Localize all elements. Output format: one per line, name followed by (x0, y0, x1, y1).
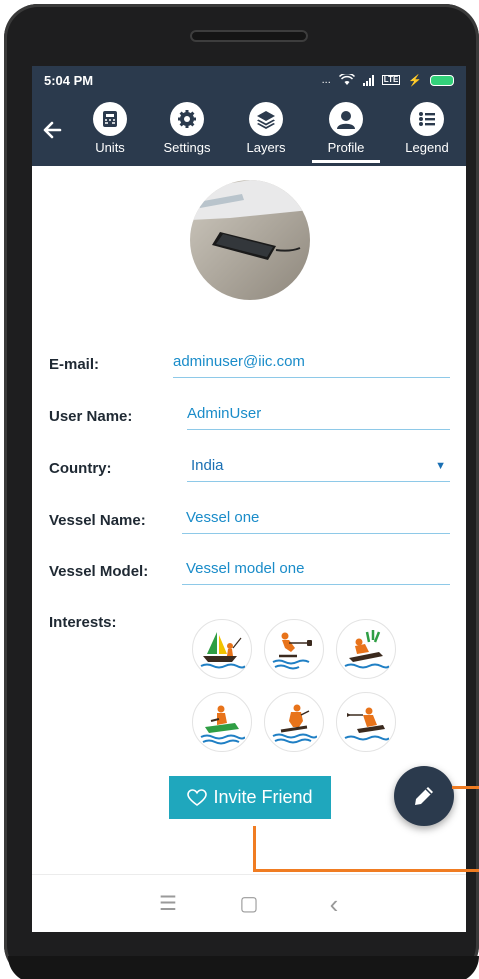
phone-chin (8, 956, 479, 979)
user-icon (329, 102, 363, 136)
speaker-grille (190, 30, 308, 42)
profile-avatar[interactable] (190, 180, 310, 300)
email-value: adminuser@iic.com (173, 353, 305, 370)
wifi-icon (338, 74, 355, 85)
invite-friend-label: Invite Friend (213, 787, 313, 807)
notification-dots: ... (321, 74, 331, 86)
tab-settings-label: Settings (163, 140, 211, 155)
pencil-icon (415, 787, 433, 805)
ruler-icon (93, 102, 127, 136)
tab-layers-label: Layers (246, 140, 286, 155)
vessel-name-field[interactable]: Vessel one (182, 504, 450, 534)
interests-label: Interests: (49, 614, 117, 631)
country-select[interactable]: India ▼ (187, 452, 450, 482)
signal-icon (362, 74, 374, 86)
tab-legend[interactable]: Legend (391, 102, 463, 162)
gear-icon (170, 102, 204, 136)
app-screen: 5:04 PM ... LTE ⚡ Units Settings Layers … (32, 66, 466, 932)
parasail-ski-icon[interactable] (336, 692, 396, 752)
phone-frame: 5:04 PM ... LTE ⚡ Units Settings Layers … (4, 4, 479, 979)
country-label: Country: (49, 460, 112, 477)
invite-friend-button[interactable]: Invite Friend (169, 776, 331, 819)
sailboat-fishing-icon[interactable] (192, 619, 252, 679)
annotation-line-invite-horizontal (253, 869, 479, 872)
tab-units[interactable]: Units (74, 102, 146, 162)
vessel-name-value: Vessel one (186, 509, 260, 526)
charging-icon: ⚡ (408, 74, 422, 87)
annotation-line-fab (452, 786, 479, 789)
tab-settings[interactable]: Settings (151, 102, 223, 162)
email-field[interactable]: adminuser@iic.com (173, 348, 450, 378)
water-ski-icon[interactable] (264, 619, 324, 679)
system-nav-bar: ☰ ▢ ‹ (32, 874, 466, 932)
status-time: 5:04 PM (44, 72, 94, 88)
username-value: AdminUser (187, 405, 262, 422)
status-icons: ... LTE ⚡ (322, 74, 454, 87)
edit-profile-fab[interactable] (394, 766, 454, 826)
lte-badge: LTE (381, 75, 401, 85)
tab-profile-label: Profile (327, 140, 365, 155)
vessel-model-value: Vessel model one (186, 560, 305, 577)
heart-icon (187, 788, 208, 806)
kitesurf-icon[interactable] (336, 619, 396, 679)
top-toolbar: Units Settings Layers Profile Legend (32, 94, 466, 166)
username-field[interactable]: AdminUser (187, 400, 450, 430)
tab-legend-label: Legend (405, 140, 449, 155)
home-icon[interactable]: ▢ (234, 889, 264, 919)
battery-icon (430, 74, 454, 86)
layers-icon (249, 102, 283, 136)
username-label: User Name: (49, 408, 133, 425)
tab-units-label: Units (95, 140, 125, 155)
list-icon (410, 102, 444, 136)
back-icon[interactable]: ‹ (319, 889, 349, 919)
vessel-model-field[interactable]: Vessel model one (182, 555, 450, 585)
wakeboard-icon[interactable] (264, 692, 324, 752)
email-label: E-mail: (49, 356, 100, 373)
tab-profile[interactable]: Profile (310, 102, 382, 163)
tab-layers[interactable]: Layers (230, 102, 302, 162)
status-bar: 5:04 PM ... LTE ⚡ (32, 66, 466, 94)
annotation-line-invite-vertical (253, 826, 256, 872)
jet-ski-icon[interactable] (192, 692, 252, 752)
vessel-name-label: Vessel Name: (49, 512, 146, 529)
vessel-model-label: Vessel Model: (49, 563, 149, 580)
dropdown-arrow-icon: ▼ (435, 460, 446, 472)
menu-icon[interactable]: ☰ (153, 889, 183, 919)
back-arrow-icon[interactable] (38, 116, 66, 144)
country-value: India (191, 457, 224, 474)
